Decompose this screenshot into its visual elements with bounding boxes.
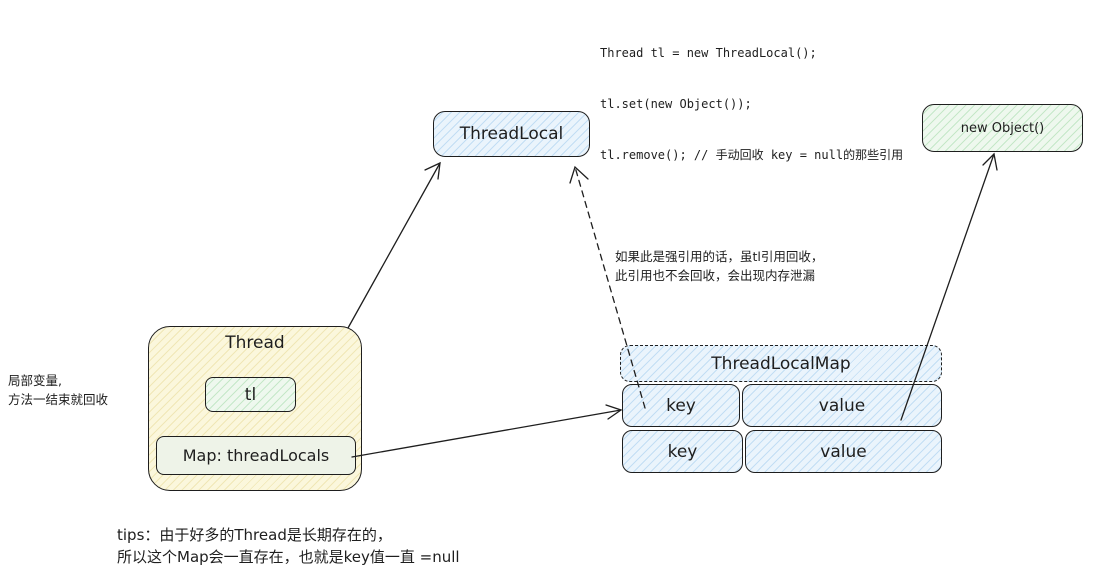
- code-snippet: Thread tl = new ThreadLocal(); tl.set(ne…: [600, 11, 903, 181]
- code-line-1: Thread tl = new ThreadLocal();: [600, 46, 817, 60]
- entry-value-cell[interactable]: value: [742, 384, 942, 427]
- tips-line-1: tips：由于好多的Thread是长期存在的，: [117, 526, 392, 544]
- map-label: Map: threadLocals: [182, 446, 330, 465]
- thread-to-threadlocal-arrow: [347, 162, 441, 329]
- tips-line-2: 所以这个Map会一直存在，也就是key值一直 =null: [117, 548, 460, 566]
- tips-text: tips：由于好多的Thread是长期存在的， 所以这个Map会一直存在，也就是…: [117, 524, 460, 568]
- entry-key-label: key: [666, 395, 696, 416]
- thread-local-map-box[interactable]: ThreadLocalMap: [620, 345, 942, 382]
- strong-reference-note-line-1: 如果此是强引用的话，虽tl引用回收，: [615, 249, 824, 264]
- entry-key-cell[interactable]: key: [622, 384, 740, 427]
- thread-local-box[interactable]: ThreadLocal: [433, 111, 590, 157]
- code-line-3: tl.remove(); // 手动回收 key = null的那些引用: [600, 148, 904, 162]
- tl-box[interactable]: tl: [205, 377, 296, 412]
- entry-value-label: value: [818, 395, 866, 416]
- thread-local-map-label: ThreadLocalMap: [711, 353, 851, 374]
- strong-reference-note-line-2: 此引用也不会回收，会出现内存泄漏: [615, 268, 816, 283]
- value-to-object-arrowhead: [982, 152, 998, 171]
- key-to-threadlocal-arrowhead: [569, 165, 589, 184]
- map-to-key-arrow: [351, 409, 622, 458]
- entry-key-label: key: [667, 441, 698, 462]
- thread-label: Thread: [225, 333, 285, 353]
- entry-value-cell[interactable]: value: [745, 430, 942, 473]
- thread-to-threadlocal-arrowhead: [424, 161, 441, 180]
- new-object-box[interactable]: new Object(): [922, 104, 1083, 152]
- map-to-key-arrowhead: [605, 404, 623, 420]
- strong-reference-note: 如果此是强引用的话，虽tl引用回收， 此引用也不会回收，会出现内存泄漏: [615, 247, 823, 285]
- local-variable-note-line-2: 方法一结束就回收: [8, 392, 109, 407]
- thread-local-label: ThreadLocal: [459, 124, 564, 144]
- code-line-2: tl.set(new Object());: [600, 97, 752, 111]
- new-object-label: new Object(): [960, 120, 1045, 136]
- map-box[interactable]: Map: threadLocals: [156, 436, 356, 475]
- tl-label: tl: [244, 384, 257, 405]
- entry-key-cell[interactable]: key: [622, 430, 743, 473]
- local-variable-note: 局部变量, 方法一结束就回收: [8, 371, 108, 409]
- connector-layer: [347, 152, 998, 458]
- entry-value-label: value: [820, 441, 867, 462]
- local-variable-note-line-1: 局部变量,: [8, 373, 62, 388]
